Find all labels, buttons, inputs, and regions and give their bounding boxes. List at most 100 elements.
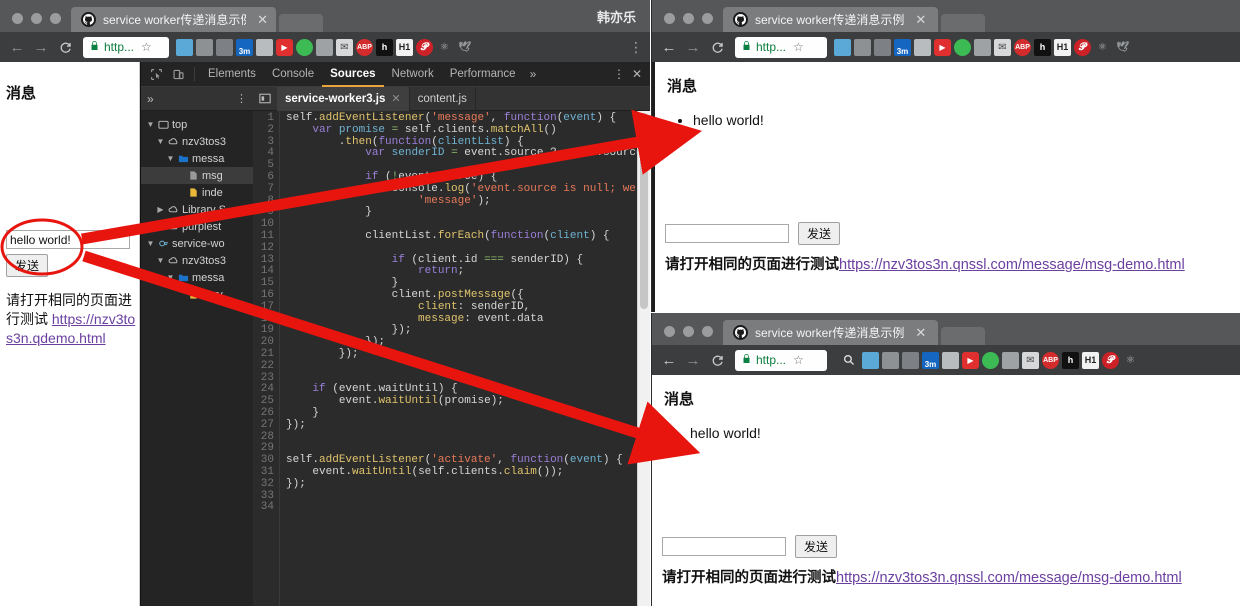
- react-icon[interactable]: ⚛: [436, 39, 453, 56]
- new-tab-stub[interactable]: [279, 14, 323, 32]
- hypothesis-icon[interactable]: h: [1062, 351, 1079, 369]
- minimize-window-dot[interactable]: [683, 326, 694, 337]
- profile-name[interactable]: 韩亦乐: [597, 7, 636, 26]
- window-controls[interactable]: [652, 326, 723, 345]
- address-bar[interactable]: http... ☆: [735, 349, 827, 371]
- hypothesis-icon[interactable]: h: [376, 38, 393, 56]
- pin-icon[interactable]: [216, 38, 233, 56]
- screenshot-icon[interactable]: [914, 38, 931, 56]
- bookmark-star-icon[interactable]: ☆: [141, 40, 152, 54]
- code-scrollbar-thumb[interactable]: [640, 113, 648, 309]
- more-tabs-icon[interactable]: »: [524, 67, 543, 81]
- hypothesis-icon[interactable]: h: [1034, 38, 1051, 56]
- twisty-expanded-icon[interactable]: ▼: [156, 137, 165, 146]
- chrome-menu-icon[interactable]: ⋮: [628, 39, 644, 56]
- tree-row[interactable]: ▼ messa: [141, 269, 253, 286]
- demo-link-cont[interactable]: demo.html: [40, 330, 105, 346]
- tree-row[interactable]: inde: [141, 184, 253, 201]
- code-content[interactable]: self.addEventListener('message', functio…: [280, 111, 650, 606]
- forward-button[interactable]: →: [682, 36, 704, 58]
- chrome-icon[interactable]: [954, 38, 971, 56]
- close-window-dot[interactable]: [664, 326, 675, 337]
- forward-button[interactable]: →: [682, 349, 704, 371]
- pinterest-icon[interactable]: 𝓟: [1102, 351, 1119, 369]
- bookmark-star-icon[interactable]: ☆: [793, 353, 804, 367]
- sources-file-tree[interactable]: ▼ top ▼ nzv3tos3 ▼ messa msg inde ▶ Library S ▶ pur…: [141, 111, 253, 606]
- device-toolbar-icon[interactable]: [167, 63, 189, 85]
- browser-tab[interactable]: service worker传递消息示例 ✕: [723, 320, 938, 345]
- send-button[interactable]: 发送: [795, 535, 838, 558]
- twisty-collapsed-icon[interactable]: ▶: [156, 205, 165, 214]
- devtools-menu-icon[interactable]: ⋮: [611, 67, 627, 81]
- message-input[interactable]: [665, 224, 789, 243]
- twisty-expanded-icon[interactable]: ▼: [156, 256, 165, 265]
- pinterest-icon[interactable]: 𝓟: [416, 38, 433, 56]
- tree-row[interactable]: ▶ Library S: [141, 201, 253, 218]
- maximize-window-dot[interactable]: [50, 13, 61, 24]
- browser-tab[interactable]: service worker传递消息示例 ✕: [71, 7, 276, 32]
- tree-row[interactable]: ▼ top: [141, 116, 253, 133]
- new-tab-stub[interactable]: [941, 14, 985, 32]
- pocket-icon[interactable]: [862, 351, 879, 369]
- twisty-expanded-icon[interactable]: ▼: [166, 154, 175, 163]
- file-tab-service-worker3[interactable]: service-worker3.js ✕: [277, 86, 410, 111]
- adblock-icon[interactable]: ABP: [1042, 351, 1059, 369]
- react-icon[interactable]: ⚛: [1122, 352, 1139, 369]
- tab-sources[interactable]: Sources: [322, 62, 383, 87]
- mail-icon[interactable]: ✉: [1022, 351, 1039, 369]
- tree-row[interactable]: ▶ purplest: [141, 218, 253, 235]
- close-window-dot[interactable]: [664, 13, 675, 24]
- maximize-window-dot[interactable]: [702, 13, 713, 24]
- window-controls[interactable]: [652, 13, 723, 32]
- reload-button[interactable]: [706, 349, 728, 371]
- pin-icon[interactable]: [874, 38, 891, 56]
- evernote-icon[interactable]: [1002, 351, 1019, 369]
- nav-overflow-icon[interactable]: »: [147, 92, 154, 106]
- nav-menu-icon[interactable]: ⋮: [236, 92, 247, 105]
- maximize-window-dot[interactable]: [702, 326, 713, 337]
- adblock-icon[interactable]: ABP: [356, 38, 373, 56]
- close-window-dot[interactable]: [12, 13, 23, 24]
- tree-row[interactable]: ▼ nzv3tos3: [141, 252, 253, 269]
- message-input[interactable]: [6, 230, 130, 249]
- twisty-expanded-icon[interactable]: ▼: [166, 273, 175, 282]
- address-bar[interactable]: http... ☆: [83, 36, 169, 58]
- youtube-icon[interactable]: ▶: [962, 351, 979, 369]
- code-editor[interactable]: 1 2 3 4 5 6 7 8 9 10 11 12 13 14 15 16 17 18 19 20 21 22 23 24 2…: [253, 111, 650, 606]
- bookmark-star-icon[interactable]: ☆: [793, 40, 804, 54]
- headings-icon[interactable]: H1: [1054, 38, 1071, 56]
- headings-icon[interactable]: H1: [1082, 351, 1099, 369]
- tab-performance[interactable]: Performance: [442, 62, 524, 87]
- evernote-icon[interactable]: [316, 38, 333, 56]
- twisty-expanded-icon[interactable]: ▼: [146, 120, 155, 129]
- adblock-icon[interactable]: ABP: [1014, 38, 1031, 56]
- bird-icon[interactable]: 🕊: [1114, 39, 1131, 56]
- globe-icon[interactable]: [196, 38, 213, 56]
- demo-link[interactable]: https://nzv3tos3n.qnssl.com/message/msg-…: [836, 570, 1182, 586]
- new-tab-stub[interactable]: [941, 327, 985, 345]
- devtools-close-icon[interactable]: ✕: [629, 67, 645, 81]
- browser-tab[interactable]: service worker传递消息示例 ✕: [723, 7, 938, 32]
- address-bar[interactable]: http... ☆: [735, 36, 827, 58]
- close-tab-icon[interactable]: ✕: [257, 12, 268, 28]
- window-controls[interactable]: [0, 13, 71, 32]
- toggle-navigator-icon[interactable]: [253, 93, 277, 104]
- evernote-icon[interactable]: [974, 38, 991, 56]
- headings-icon[interactable]: H1: [396, 38, 413, 56]
- back-button[interactable]: ←: [6, 36, 28, 58]
- twisty-expanded-icon[interactable]: ▼: [146, 239, 155, 248]
- youtube-icon[interactable]: ▶: [276, 38, 293, 56]
- close-tab-icon[interactable]: ✕: [915, 12, 926, 28]
- message-input[interactable]: [662, 537, 786, 556]
- tab-network[interactable]: Network: [384, 62, 442, 87]
- tree-row[interactable]: ▼ service-wo: [141, 235, 253, 252]
- twisty-collapsed-icon[interactable]: ▶: [156, 222, 165, 231]
- tree-row[interactable]: ▼ messa: [141, 150, 253, 167]
- globe-icon[interactable]: [854, 38, 871, 56]
- tree-row[interactable]: ▼ nzv3tos3: [141, 133, 253, 150]
- send-button[interactable]: 发送: [6, 254, 49, 277]
- screenshot-icon[interactable]: [942, 351, 959, 369]
- chrome-icon[interactable]: [296, 38, 313, 56]
- tree-row[interactable]: serv: [141, 286, 253, 303]
- mail-icon[interactable]: ✉: [336, 38, 353, 56]
